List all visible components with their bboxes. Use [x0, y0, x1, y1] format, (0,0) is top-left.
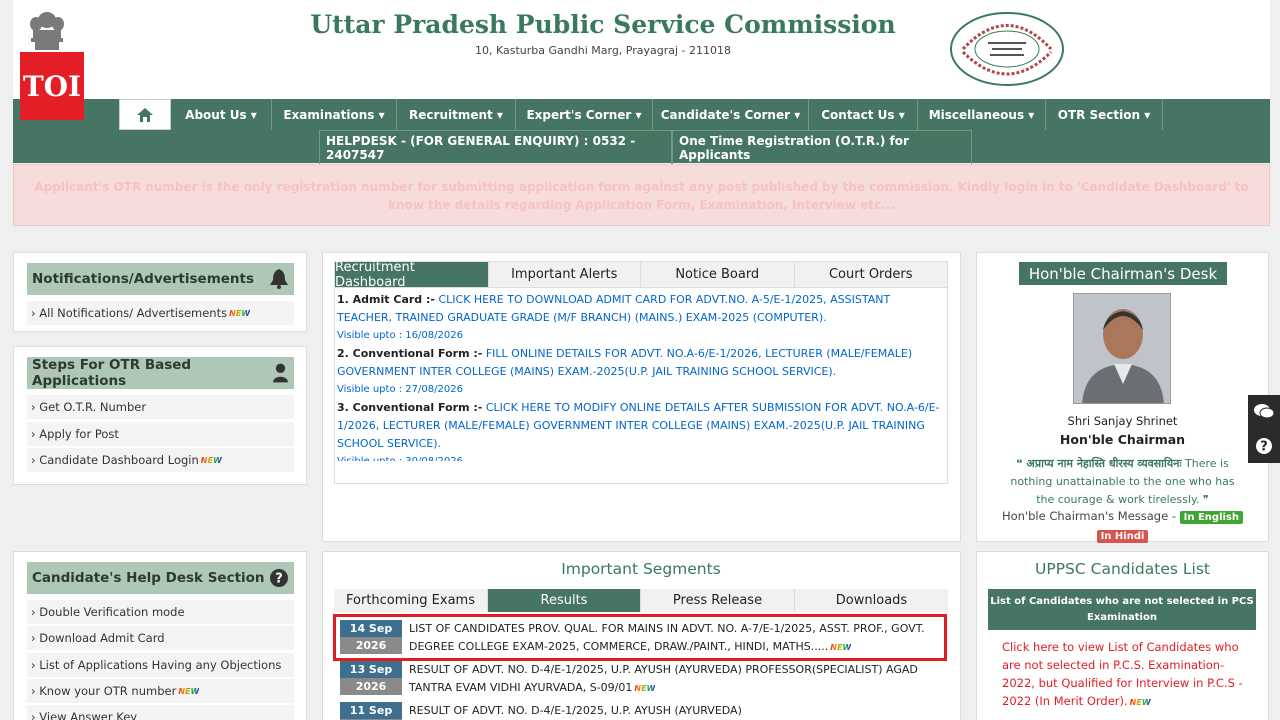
help-button[interactable]: ? — [1248, 429, 1280, 463]
nav-home-button[interactable] — [119, 99, 171, 130]
chairman-name: Shri Sanjay Shrinet — [1067, 414, 1178, 428]
commission-seal-icon — [950, 12, 1064, 86]
objections-list-link[interactable]: › List of Applications Having any Object… — [27, 653, 294, 677]
tab-press-release[interactable]: Press Release — [641, 589, 795, 612]
user-icon — [273, 363, 288, 383]
svg-text:?: ? — [1260, 440, 1268, 455]
chat-button[interactable] — [1248, 395, 1280, 429]
nav-otr-section[interactable]: OTR Section ▾ — [1046, 99, 1163, 130]
notifications-title: Notifications/Advertisements — [32, 271, 255, 287]
dashboard-item[interactable]: 3. Conventional Form :- CLICK HERE TO MO… — [337, 399, 945, 453]
result-item[interactable]: 13 Sep 2026 RESULT OF ADVT. NO. D-4/E-1/… — [340, 661, 944, 698]
dashboard-list: 1. Admit Card :- CLICK HERE TO DOWNLOAD … — [334, 289, 948, 461]
helpdesk-title: Candidate's Help Desk Section — [32, 570, 265, 586]
tab-important-alerts[interactable]: Important Alerts — [488, 262, 641, 287]
otr-steps-panel: Steps For OTR Based Applications › Get O… — [13, 346, 307, 485]
visible-upto: Visible upto : 30/08/2026 — [337, 453, 945, 461]
otr-alert-banner: Applicant's OTR number is the only regis… — [13, 164, 1270, 226]
new-badge: NEW — [1129, 698, 1151, 707]
helpdesk-header: Candidate's Help Desk Section ? — [27, 562, 294, 594]
nav-otr-registration[interactable]: One Time Registration (O.T.R.) for Appli… — [672, 131, 972, 164]
get-otr-link[interactable]: › Get O.T.R. Number — [27, 395, 294, 419]
main-nav: About Us ▾ Examinations ▾ Recruitment ▾ … — [13, 99, 1270, 164]
otr-steps-header: Steps For OTR Based Applications — [27, 357, 294, 389]
segments-tabs: Forthcoming Exams Results Press Release … — [334, 589, 948, 612]
nav-recruitment[interactable]: Recruitment ▾ — [397, 99, 516, 130]
view-answer-key-link[interactable]: › View Answer Key — [27, 705, 294, 720]
new-badge: NEW — [178, 686, 200, 696]
nav-examinations[interactable]: Examinations ▾ — [272, 99, 397, 130]
chairman-message-row: Hon'ble Chairman's Message - In English — [976, 509, 1269, 524]
visible-upto: Visible upto : 27/08/2026 — [337, 384, 463, 395]
chairman-desk-title: Hon'ble Chairman's Desk — [1019, 262, 1227, 285]
date-badge: 13 Sep 2026 — [340, 661, 402, 695]
highlight-box — [333, 614, 947, 661]
tab-recruitment-dashboard[interactable]: Recruitment Dashboard — [335, 260, 489, 290]
in-hindi-button[interactable]: In Hindi — [1096, 530, 1149, 543]
double-verification-link[interactable]: › Double Verification mode — [27, 600, 294, 624]
new-badge: NEW — [229, 308, 251, 318]
nav-helpdesk[interactable]: HELPDESK - (FOR GENERAL ENQUIRY) : 0532 … — [319, 131, 672, 164]
bell-icon — [270, 269, 288, 289]
in-hindi-row: In Hindi — [976, 528, 1269, 543]
in-english-button[interactable]: In English — [1179, 511, 1243, 524]
nav-miscellaneous[interactable]: Miscellaneous ▾ — [918, 99, 1046, 130]
apply-for-post-link[interactable]: › Apply for Post — [27, 422, 294, 446]
visible-upto: Visible upto : 16/08/2026 — [337, 330, 463, 341]
tab-downloads[interactable]: Downloads — [795, 589, 948, 612]
dashboard-tabs: Recruitment Dashboard Important Alerts N… — [334, 260, 948, 290]
download-admit-card-link[interactable]: › Download Admit Card — [27, 626, 294, 650]
dashboard-item[interactable]: 2. Conventional Form :- FILL ONLINE DETA… — [337, 345, 945, 381]
date-badge: 11 Sep 2026 — [340, 702, 402, 720]
know-otr-link[interactable]: › Know your OTR number NEW — [27, 679, 294, 703]
helpdesk-panel: Candidate's Help Desk Section ? › Double… — [13, 551, 307, 720]
chat-icon — [1254, 404, 1274, 419]
candidates-list-link[interactable]: Click here to view List of Candidates wh… — [1002, 638, 1250, 712]
chairman-photo — [1073, 293, 1171, 404]
nav-candidates-corner[interactable]: Candidate's Corner ▾ — [653, 99, 809, 130]
candidates-list-header: List of Candidates who are not selected … — [988, 589, 1256, 630]
notifications-panel: Notifications/Advertisements › All Notif… — [13, 252, 307, 332]
tab-court-orders[interactable]: Court Orders — [794, 262, 947, 287]
chairman-quote: ❝ अप्राप्य नाम नेहास्ति धीरस्य व्यवसायिन… — [1010, 457, 1235, 506]
segments-title: Important Segments — [561, 560, 721, 578]
new-badge: NEW — [200, 455, 222, 465]
toi-logo: TOI — [20, 52, 84, 120]
new-badge: NEW — [634, 684, 656, 693]
nav-about-us[interactable]: About Us ▾ — [171, 99, 272, 130]
tab-results[interactable]: Results — [488, 589, 641, 612]
chairman-designation: Hon'ble Chairman — [1059, 432, 1186, 447]
question-icon: ? — [270, 569, 288, 587]
all-notifications-link[interactable]: › All Notifications/ Advertisements NEW — [27, 301, 294, 325]
home-icon — [137, 107, 153, 122]
candidate-dashboard-link[interactable]: › Candidate Dashboard Login NEW — [27, 448, 294, 472]
tab-notice-board[interactable]: Notice Board — [641, 262, 795, 287]
site-header: Uttar Pradesh Public Service Commission … — [13, 0, 1270, 99]
help-icon: ? — [1256, 438, 1272, 455]
notifications-header: Notifications/Advertisements — [27, 263, 294, 295]
candidates-list-title: UPPSC Candidates List — [1035, 560, 1210, 578]
dashboard-item[interactable]: 1. Admit Card :- CLICK HERE TO DOWNLOAD … — [337, 291, 945, 327]
chairman-portrait-icon — [1074, 294, 1170, 403]
tab-forthcoming-exams[interactable]: Forthcoming Exams — [334, 589, 488, 612]
svg-text:?: ? — [275, 572, 283, 587]
otr-steps-title: Steps For OTR Based Applications — [32, 357, 192, 389]
result-item[interactable]: 11 Sep 2026 RESULT OF ADVT. NO. D-4/E-1/… — [340, 702, 944, 720]
nav-experts-corner[interactable]: Expert's Corner ▾ — [516, 99, 653, 130]
nav-contact-us[interactable]: Contact Us ▾ — [809, 99, 918, 130]
